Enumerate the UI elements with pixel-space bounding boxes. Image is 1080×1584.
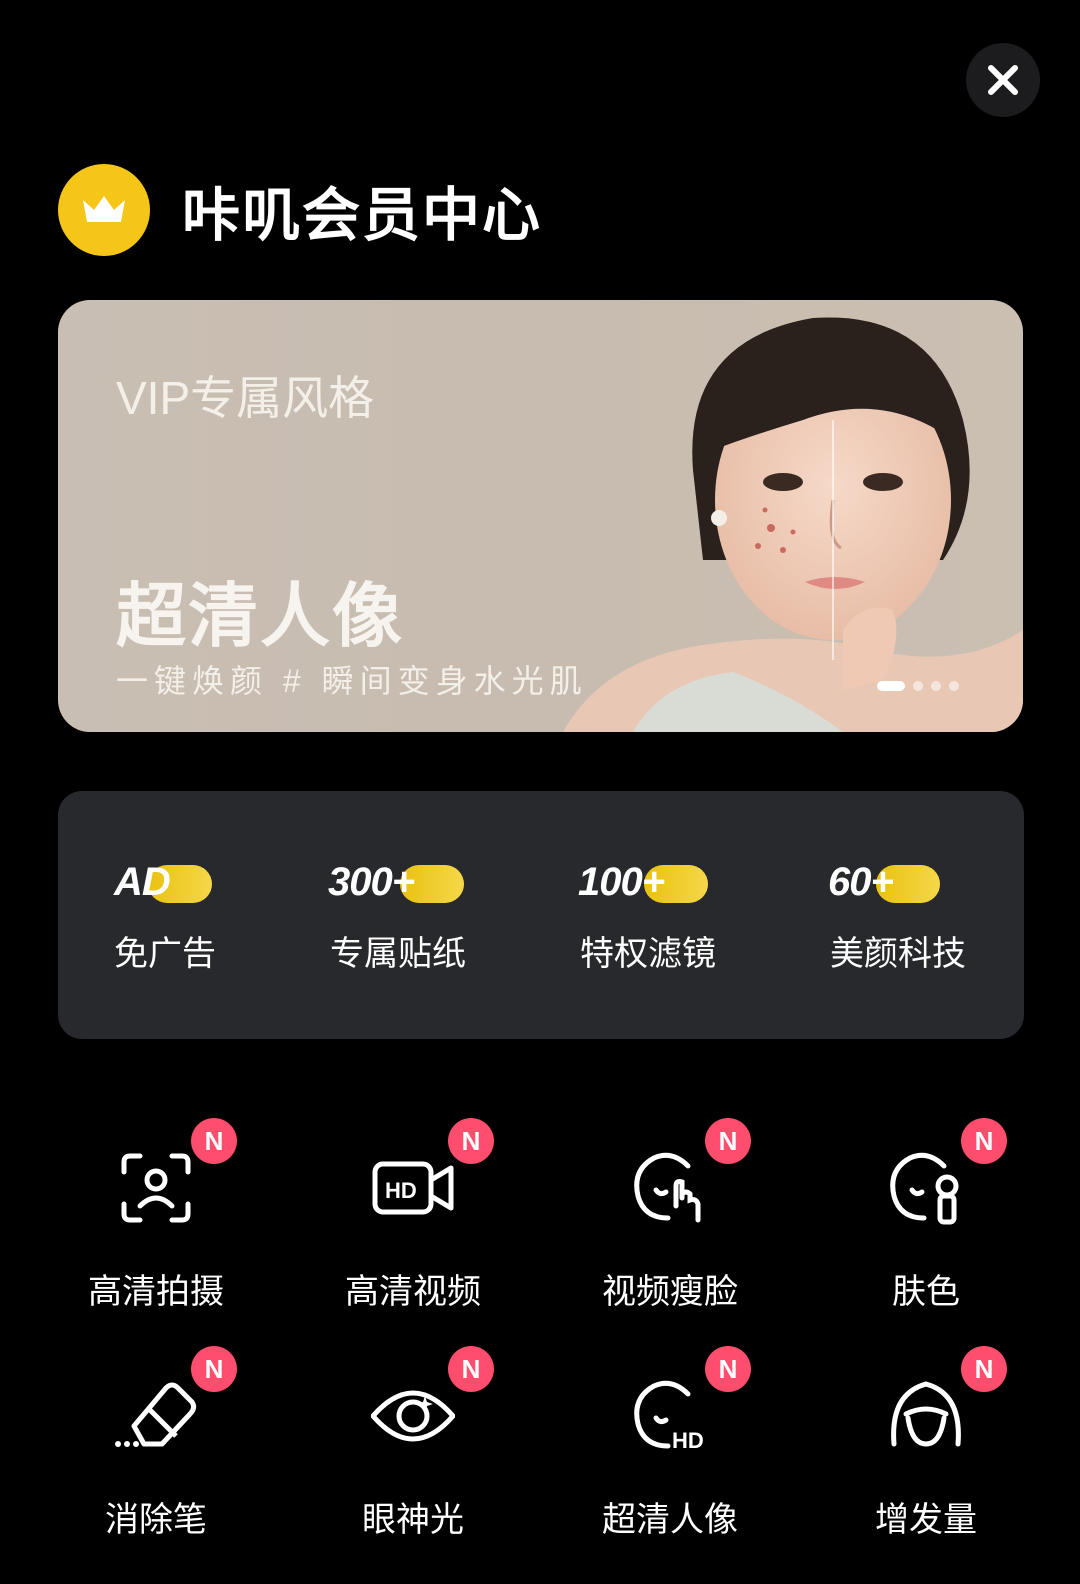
svg-text:HD: HD	[672, 1428, 704, 1453]
feature-label: 增发量	[875, 1501, 977, 1539]
portrait-image	[563, 317, 1023, 732]
perk-beauty-tech: 60+ 美颜科技	[828, 791, 1008, 1039]
face-scan-icon	[121, 1153, 191, 1223]
hair-volume-icon	[891, 1381, 961, 1447]
new-badge: N	[191, 1346, 237, 1392]
close-icon	[988, 65, 1018, 95]
feature-label: 高清拍摄	[88, 1273, 224, 1311]
perk-label: 特权滤镜	[580, 935, 716, 973]
new-badge: N	[191, 1118, 237, 1164]
banner-tag: VIP专属风格	[116, 372, 375, 424]
crown-icon	[83, 196, 125, 222]
perk-label: 专属贴纸	[330, 935, 466, 973]
perk-label: 美颜科技	[830, 935, 966, 973]
new-badge: N	[961, 1346, 1007, 1392]
perk-badge-text: AD	[114, 860, 171, 904]
feature-label: 肤色	[892, 1273, 960, 1311]
perk-filters: 100+ 特权滤镜	[578, 791, 758, 1039]
perk-badge: 300+	[328, 859, 464, 905]
feature-skin-tone[interactable]: N 肤色	[806, 1118, 1046, 1356]
perks-panel: AD 免广告 300+ 专属贴纸 100+ 特权滤镜 60+ 美颜科技	[58, 791, 1024, 1039]
feature-eraser[interactable]: N 消除笔	[36, 1346, 276, 1584]
carousel-indicator[interactable]	[877, 681, 959, 691]
perk-stickers: 300+ 专属贴纸	[328, 791, 508, 1039]
page-header: 咔叽会员中心	[58, 162, 542, 258]
page-title: 咔叽会员中心	[182, 183, 543, 248]
feature-label: 超清人像	[602, 1501, 738, 1539]
eraser-icon	[115, 1382, 197, 1447]
feature-eye-light[interactable]: N 眼神光	[293, 1346, 533, 1584]
carousel-dot[interactable]	[949, 681, 959, 691]
feature-video-face-slim[interactable]: N 视频瘦脸	[550, 1118, 790, 1356]
skin-tone-icon	[890, 1152, 959, 1225]
svg-text:HD: HD	[385, 1178, 417, 1203]
banner-headline: 超清人像	[116, 577, 404, 655]
feature-hd-video[interactable]: HD N 高清视频	[293, 1118, 533, 1356]
perk-badge-text: 60+	[828, 860, 894, 904]
perk-badge: AD	[114, 859, 212, 905]
feature-hd-capture[interactable]: N 高清拍摄	[36, 1118, 276, 1356]
new-badge: N	[961, 1118, 1007, 1164]
feature-hd-portrait[interactable]: HD N 超清人像	[550, 1346, 790, 1584]
perk-badge-text: 300+	[328, 860, 415, 904]
feature-hair-volume[interactable]: N 增发量	[806, 1346, 1046, 1584]
feature-label: 眼神光	[362, 1501, 464, 1539]
eye-light-icon	[371, 1390, 455, 1442]
carousel-dot-active[interactable]	[877, 681, 905, 691]
hd-video-icon: HD	[372, 1161, 454, 1215]
perk-badge-text: 100+	[578, 860, 665, 904]
perk-label: 免广告	[114, 935, 216, 973]
banner-subtitle: 一键焕颜 # 瞬间变身水光肌	[116, 663, 588, 699]
feature-label: 视频瘦脸	[602, 1273, 738, 1311]
feature-label: 消除笔	[105, 1501, 207, 1539]
promo-banner[interactable]: VIP专属风格 超清人像 一键焕颜 # 瞬间变身水光肌	[58, 300, 1023, 732]
feature-label: 高清视频	[345, 1273, 481, 1311]
perk-no-ads: AD 免广告	[114, 791, 294, 1039]
new-badge: N	[448, 1346, 494, 1392]
face-slim-icon	[634, 1152, 701, 1223]
perk-badge: 100+	[578, 859, 708, 905]
new-badge: N	[705, 1118, 751, 1164]
carousel-dot[interactable]	[913, 681, 923, 691]
perk-badge: 60+	[828, 859, 940, 905]
new-badge: N	[448, 1118, 494, 1164]
carousel-dot[interactable]	[931, 681, 941, 691]
new-badge: N	[705, 1346, 751, 1392]
crown-badge	[58, 164, 150, 256]
close-button[interactable]	[966, 43, 1040, 117]
hd-portrait-icon: HD	[634, 1380, 704, 1453]
